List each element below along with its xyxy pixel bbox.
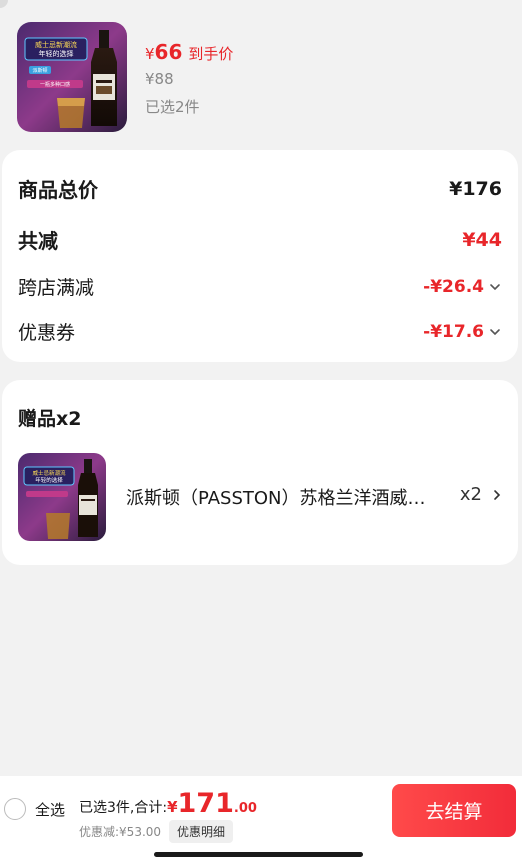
yen-symbol: ¥ [145, 45, 155, 63]
top-product-summary: 威士忌新潮流 年轻的选择 派斯顿 一瓶多种口感 ¥ 66 到手价 ¥88 已选2… [0, 0, 522, 146]
gift-title: 赠品x2 [18, 408, 82, 430]
select-all-radio[interactable] [4, 798, 26, 820]
image-banner-text-2: 年轻的选择 [39, 49, 74, 58]
final-price-amount: 66 [154, 40, 183, 64]
final-price-tag: 到手价 [188, 45, 234, 63]
checkout-button[interactable]: 去结算 [392, 784, 516, 837]
collapsed-radio-edge[interactable] [0, 0, 8, 8]
cross-store-value: -¥26.4 [423, 276, 484, 297]
gift-quantity-value: x2 [459, 484, 482, 505]
total-line: 已选3件,合计: ¥ 171 .00 [79, 788, 257, 819]
total-price-label: 商品总价 [18, 178, 98, 202]
coupon-row[interactable]: 优惠券 -¥17.6 [18, 318, 502, 345]
gift-name[interactable]: 派斯顿（PASSTON）苏格兰洋酒威士忌 [126, 484, 426, 510]
home-indicator [154, 852, 363, 857]
final-price: ¥ 66 到手价 [145, 40, 233, 66]
total-price-value: ¥176 [449, 177, 502, 200]
coupon-value: -¥17.6 [423, 321, 484, 342]
discount-line: 优惠减:¥53.00 优惠明细 [79, 820, 234, 843]
gift-thumbnail[interactable]: 威士忌新潮流 年轻的选择 [18, 453, 106, 541]
discount-amount: 优惠减:¥53.00 [79, 825, 162, 839]
chevron-right-icon [494, 489, 501, 500]
coupon-label: 优惠券 [18, 322, 76, 344]
original-price: ¥88 [145, 70, 174, 88]
reduce-label: 共减 [18, 229, 58, 253]
select-all[interactable]: 全选 [4, 798, 65, 820]
price-summary-card: 商品总价 ¥176 共减 ¥44 跨店满减 -¥26.4 优惠券 -¥17.6 [2, 150, 518, 362]
total-amount-integer: 171 [177, 788, 234, 819]
checkout-bar: 全选 已选3件,合计: ¥ 171 .00 优惠减:¥53.00 优惠明细 去结… [0, 776, 522, 864]
total-prefix: 已选3件,合计: [79, 800, 168, 816]
cross-store-label: 跨店满减 [18, 277, 95, 299]
total-yen: ¥ [167, 798, 178, 816]
total-amount-decimal: .00 [233, 801, 257, 816]
total-price-row: 商品总价 ¥176 [18, 174, 502, 203]
chevron-down-icon[interactable] [488, 280, 502, 294]
product-thumbnail[interactable]: 威士忌新潮流 年轻的选择 派斯顿 一瓶多种口感 [17, 22, 127, 132]
image-banner-text-1: 威士忌新潮流 [35, 40, 77, 49]
gift-quantity[interactable]: x2 [460, 484, 504, 505]
cross-store-row[interactable]: 跨店满减 -¥26.4 [18, 273, 502, 300]
top-product-info: ¥ 66 到手价 ¥88 已选2件 [145, 40, 233, 117]
image-banner-text-3: 一瓶多种口感 [40, 81, 70, 88]
discount-detail-button[interactable]: 优惠明细 [169, 820, 234, 843]
reduce-value: ¥44 [462, 228, 502, 251]
image-brand-text: 派斯顿 [32, 67, 47, 74]
select-all-label: 全选 [35, 800, 66, 819]
gift-image-text-1: 威士忌新潮流 [32, 469, 66, 477]
gift-card: 赠品x2 威士忌新潮流 年轻的选择 派斯顿（PASSTON）苏格兰洋酒威士忌 x… [2, 380, 518, 565]
reduce-row: 共减 ¥44 [18, 225, 502, 254]
chevron-down-icon[interactable] [488, 325, 502, 339]
gift-image-text-2: 年轻的选择 [35, 476, 63, 484]
selected-count: 已选2件 [145, 98, 200, 116]
